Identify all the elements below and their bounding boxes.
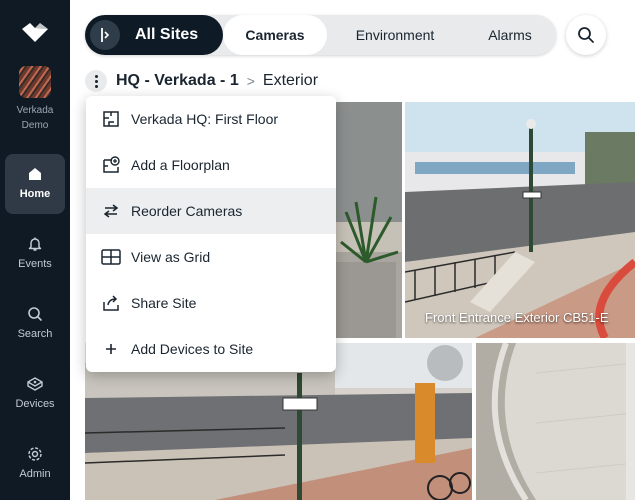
sidebar: Verkada Demo Home Events Search Devices …	[0, 0, 70, 500]
site-selector-button[interactable]: All Sites	[85, 15, 223, 55]
org-name: Verkada Demo	[0, 103, 70, 133]
camera-feed-image	[476, 343, 635, 500]
devices-icon	[27, 377, 43, 391]
breadcrumb-separator: >	[246, 73, 255, 89]
more-options-button[interactable]	[85, 70, 107, 92]
nav-admin[interactable]: Admin	[5, 434, 65, 494]
site-selector-label: All Sites	[135, 26, 199, 43]
nav-devices-label: Devices	[15, 398, 55, 410]
floorplan-icon	[101, 109, 121, 129]
camera-name-label: Front Entrance Exterior CB51-E	[425, 310, 609, 325]
camera-tile[interactable]	[336, 102, 402, 338]
menu-item-reorder-cameras[interactable]: Reorder Cameras	[86, 188, 336, 234]
global-search-button[interactable]	[566, 15, 606, 55]
menu-item-add-devices[interactable]: Add Devices to Site	[86, 326, 336, 372]
sidebar-toggle-icon	[101, 28, 110, 42]
share-icon	[101, 293, 121, 313]
nav-admin-label: Admin	[19, 468, 51, 480]
plus-icon	[101, 339, 121, 359]
tab-environment[interactable]: Environment	[333, 15, 457, 55]
reorder-arrows-icon	[101, 201, 121, 221]
gear-icon	[28, 447, 42, 461]
menu-item-view-as-grid[interactable]: View as Grid	[86, 234, 336, 280]
menu-item-label: Verkada HQ: First Floor	[131, 111, 279, 127]
nav-events-label: Events	[18, 258, 52, 270]
tab-cameras[interactable]: Cameras	[223, 15, 327, 55]
search-icon	[578, 27, 594, 43]
menu-item-label: Add Devices to Site	[131, 341, 254, 357]
tab-alarms[interactable]: Alarms	[465, 15, 555, 55]
camera-feed-image	[405, 102, 635, 338]
breadcrumb: HQ - Verkada - 1 > Exterior	[85, 70, 318, 92]
organization-switcher[interactable]: Verkada Demo	[0, 66, 70, 133]
nav-home-label: Home	[19, 188, 51, 200]
camera-tile[interactable]: Front Entrance Exterior CB51-E	[405, 102, 635, 338]
verkada-logo[interactable]	[20, 20, 50, 46]
nav-search-label: Search	[17, 328, 53, 340]
app-window: Verkada Demo Home Events Search Devices …	[0, 0, 635, 500]
bell-icon	[28, 237, 42, 251]
nav-events[interactable]: Events	[5, 224, 65, 284]
camera-feed-image	[336, 102, 402, 338]
menu-item-label: Reorder Cameras	[131, 203, 243, 219]
top-tab-bar: Cameras Environment Alarms All Sites	[85, 15, 556, 55]
camera-tile[interactable]	[476, 343, 635, 500]
org-avatar	[19, 66, 51, 98]
menu-item-label: Add a Floorplan	[131, 157, 230, 173]
site-options-menu: Verkada HQ: First Floor Add a Floorplan …	[86, 96, 336, 372]
site-toggle[interactable]	[90, 20, 120, 50]
menu-item-label: Share Site	[131, 295, 197, 311]
menu-item-share-site[interactable]: Share Site	[86, 280, 336, 326]
org-name-line1: Verkada	[16, 105, 54, 116]
menu-item-floorplan[interactable]: Verkada HQ: First Floor	[86, 96, 336, 142]
nav-search[interactable]: Search	[5, 294, 65, 354]
menu-item-add-floorplan[interactable]: Add a Floorplan	[86, 142, 336, 188]
grid-icon	[101, 247, 121, 267]
menu-item-label: View as Grid	[131, 249, 211, 265]
search-icon	[28, 307, 42, 321]
home-icon	[29, 168, 41, 180]
nav-home[interactable]: Home	[5, 154, 65, 214]
breadcrumb-location: Exterior	[262, 72, 319, 89]
org-name-line2: Demo	[21, 120, 49, 131]
nav-devices[interactable]: Devices	[5, 364, 65, 424]
breadcrumb-site[interactable]: HQ - Verkada - 1	[116, 72, 239, 90]
add-floorplan-icon	[101, 155, 121, 175]
